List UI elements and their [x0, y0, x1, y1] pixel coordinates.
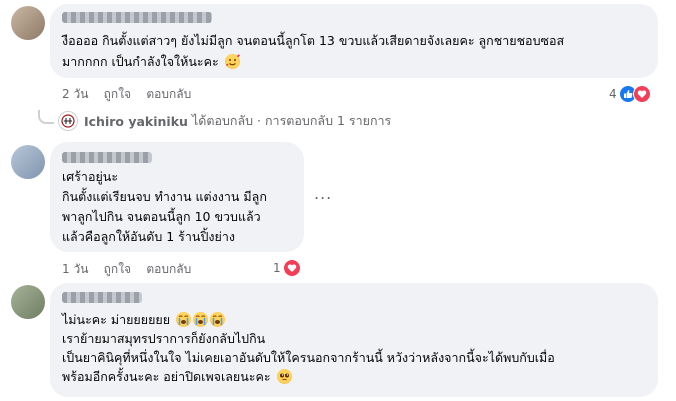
loudly-crying-face-icon: [176, 312, 192, 327]
comment-text-line: พาลูกไปกิน จนตอนนี้ลูก 10 ขวบแล้ว: [62, 209, 261, 224]
pleading-face-icon: [276, 369, 292, 384]
comment-text: พร้อมอีกครั้งนะคะ อย่าปิดเพจเลยนะคะ: [62, 369, 271, 384]
reaction-summary[interactable]: 4: [609, 85, 651, 103]
comment-text-line: งืออออ กินตั้งแต่สาวๆ ยังไม่มีลูก จนตอนน…: [62, 33, 565, 48]
reply-button[interactable]: ตอบกลับ: [146, 87, 191, 101]
loudly-crying-face-icon: [193, 312, 209, 327]
comment-timestamp[interactable]: 1 วัน: [62, 262, 88, 276]
comment-timestamp[interactable]: 2 วัน: [62, 87, 88, 101]
commenter-avatar[interactable]: [11, 6, 45, 40]
view-replies-link[interactable]: Ichiro yakiniku ได้ตอบกลับ · การตอบกลับ …: [58, 111, 391, 131]
comment-bubble: เศร้าอยู่นะ กินตั้งแต่เรียนจบ ทำงาน แต่ง…: [50, 142, 304, 252]
love-reaction-icon: [632, 85, 651, 103]
love-reaction-icon: [282, 259, 301, 277]
reaction-count: 4: [609, 87, 617, 101]
page-avatar: [58, 111, 78, 131]
commenter-avatar[interactable]: [11, 145, 45, 179]
comment-text-line: เศร้าอยู่นะ: [62, 169, 119, 184]
comment-text-line: แล้วคือลูกให้อันดับ 1 ร้านปิ้งย่าง: [62, 229, 235, 244]
smiling-face-with-hearts-icon: [224, 54, 240, 69]
reply-button[interactable]: ตอบกลับ: [146, 262, 191, 276]
redacted-author-name[interactable]: [62, 152, 152, 163]
comment-text-line: เป็นยาคินิคุที่หนึ่งในใจ ไม่เคยเอาอันดับ…: [62, 350, 555, 365]
comment-text-line: ไม่นะคะ ม่ายยยยยย: [62, 310, 226, 330]
like-button[interactable]: ถูกใจ: [104, 262, 131, 276]
redacted-author-name[interactable]: [62, 292, 142, 303]
comment-text: ไม่นะคะ ม่ายยยยยย: [62, 312, 171, 327]
comment-text-line: มากกกก เป็นกำลังใจให้นะคะ: [62, 52, 240, 72]
like-button[interactable]: ถูกใจ: [104, 87, 131, 101]
comment-bubble: ไม่นะคะ ม่ายยยยยย เราย้ายมาสมุทรปราการก็…: [50, 283, 658, 397]
reply-summary-text[interactable]: ได้ตอบกลับ · การตอบกลับ 1 รายการ: [192, 111, 391, 131]
reaction-count: 1: [273, 261, 281, 275]
comment-actions: 2 วัน ถูกใจ ตอบกลับ: [62, 85, 191, 104]
more-options-button[interactable]: ...: [314, 184, 332, 203]
commenter-avatar[interactable]: [11, 285, 45, 319]
comment-actions: 1 วัน ถูกใจ ตอบกลับ: [62, 260, 191, 279]
comment-bubble: งืออออ กินตั้งแต่สาวๆ ยังไม่มีลูก จนตอนน…: [50, 4, 658, 78]
reply-author[interactable]: Ichiro yakiniku: [84, 114, 188, 129]
reaction-summary[interactable]: 1: [273, 259, 301, 277]
comment-text: มากกกก เป็นกำลังใจให้นะคะ: [62, 54, 219, 69]
comment-text-line: พร้อมอีกครั้งนะคะ อย่าปิดเพจเลยนะคะ: [62, 367, 292, 387]
comment-text-line: กินตั้งแต่เรียนจบ ทำงาน แต่งงาน มีลูก: [62, 189, 267, 204]
redacted-author-name[interactable]: [62, 12, 212, 23]
loudly-crying-face-icon: [210, 312, 226, 327]
thread-connector: [38, 110, 54, 124]
comment-text-line: เราย้ายมาสมุทรปราการก็ยังกลับไปกิน: [62, 331, 266, 346]
ichiro-logo-icon: [61, 114, 75, 128]
